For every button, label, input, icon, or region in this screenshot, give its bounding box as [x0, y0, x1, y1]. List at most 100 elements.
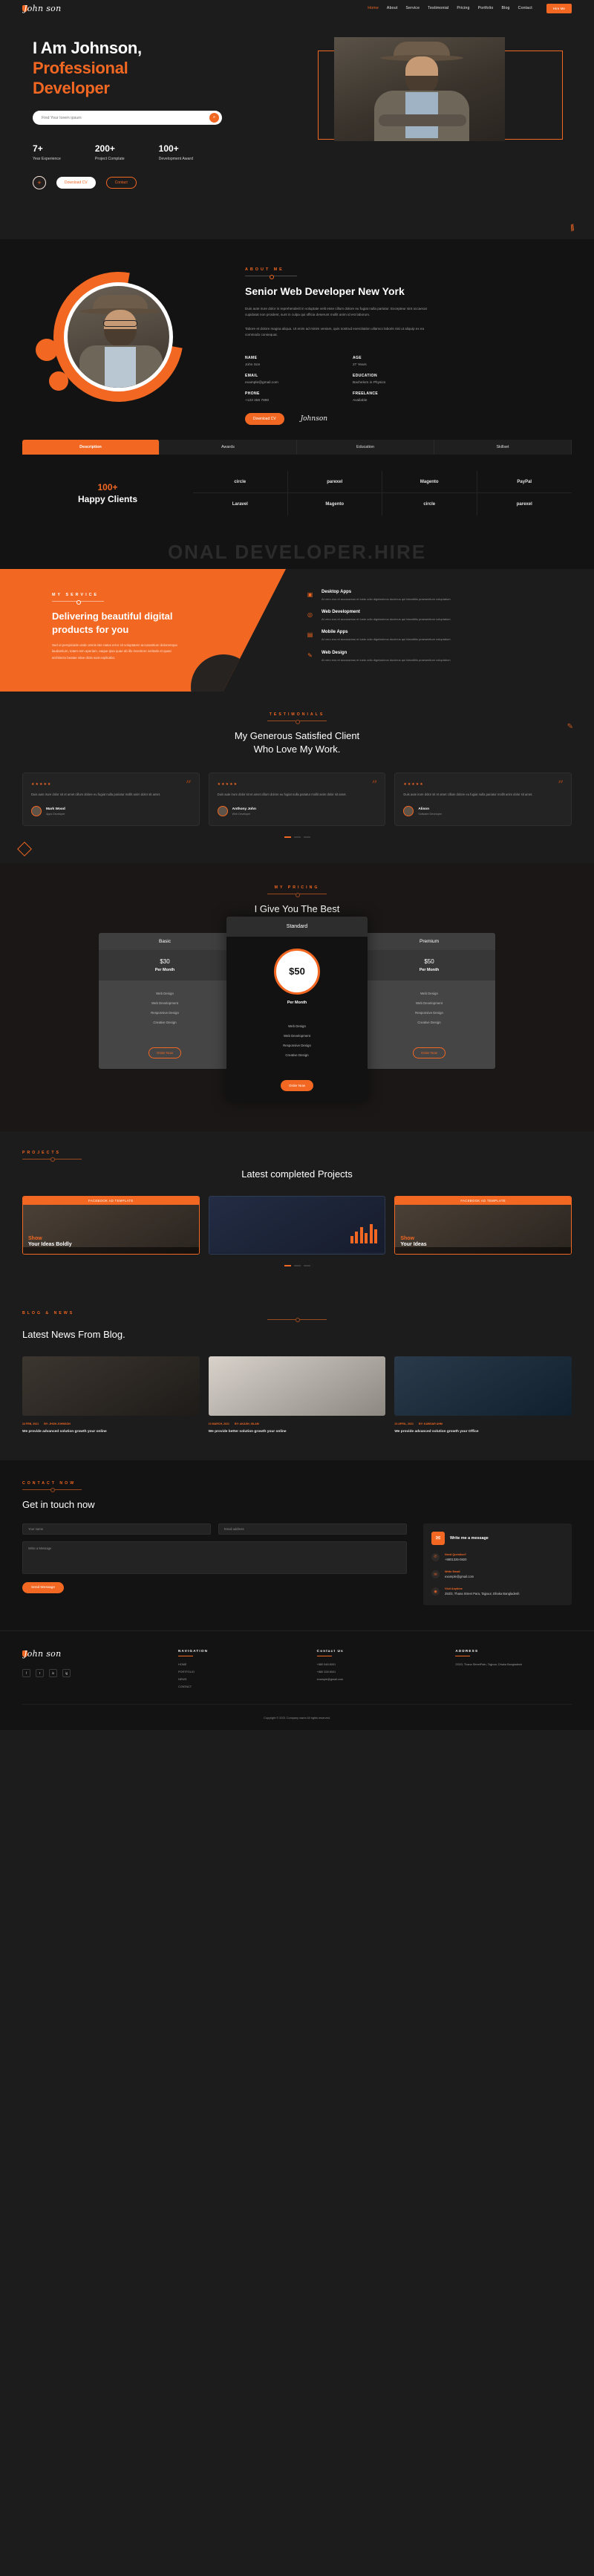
stat-item: 7+ Year Experience	[33, 143, 61, 161]
project-headline-text: Your Ideas	[400, 1241, 427, 1247]
tab-description[interactable]: Description	[22, 440, 160, 455]
carousel-dot[interactable]	[303, 836, 310, 839]
carousel-dots[interactable]	[22, 836, 572, 839]
nav-item-pricing[interactable]: Pricing	[457, 6, 469, 10]
stat-number: 200	[94, 143, 110, 155]
about-container: ABOUT ME Senior Web Developer New York D…	[22, 246, 572, 535]
carousel-dot[interactable]	[303, 1264, 310, 1266]
avatar	[64, 282, 173, 391]
nav-item-blog[interactable]: Blog	[501, 6, 509, 10]
contact-item-value[interactable]: example@gmail.com	[445, 1575, 474, 1579]
stat-item: 100+ Development Award	[159, 143, 193, 161]
project-card[interactable]: FACEBOOK AD TEMPLATE Show Your Ideas	[394, 1195, 572, 1255]
service-item[interactable]: ▤ Mobile Apps At vero eos et accusamus e…	[305, 630, 572, 642]
contact-button[interactable]: Contact	[105, 177, 137, 189]
service-item[interactable]: ▣ Desktop Apps At vero eos et accusamus …	[305, 590, 572, 602]
blog-card[interactable]: 24 FEB, 2021 BY: JHON JOHNSON We provide…	[22, 1356, 200, 1435]
carousel-dot-active[interactable]	[284, 836, 291, 839]
quote-icon: ”	[371, 779, 378, 791]
carousel-dot[interactable]	[293, 836, 301, 839]
carousel-dot-active[interactable]	[284, 1264, 291, 1266]
search-input[interactable]	[42, 115, 213, 120]
testimonials-section: TESTIMONIALS My Generous Satisfied Clien…	[0, 692, 594, 864]
footer-link-portfolio[interactable]: PORTFOLIO	[178, 1670, 295, 1674]
order-now-button[interactable]: Order Now	[280, 1079, 314, 1091]
plus-icon[interactable]: +	[33, 176, 46, 190]
diamond-decoration-icon	[17, 842, 32, 857]
nav-item-about[interactable]: About	[387, 6, 398, 10]
contact-item-value[interactable]: +8801326-0820	[445, 1558, 466, 1562]
client-logo-laravel: Laravel	[193, 493, 288, 515]
project-card[interactable]: FACEBOOK AD TEMPLATE Show Your Ideas Bold…	[22, 1195, 200, 1255]
send-message-button[interactable]: Send Message	[22, 1581, 64, 1593]
order-now-button[interactable]: Order Now	[148, 1047, 182, 1058]
blog-cards: 24 FEB, 2021 BY: JHON JOHNSON We provide…	[22, 1356, 572, 1435]
about-section: ABOUT ME Senior Web Developer New York D…	[0, 239, 594, 535]
hero-title-line3: Developer	[33, 78, 110, 97]
tab-skillset[interactable]: Skillset	[434, 440, 572, 455]
footer-link-home[interactable]: HOME	[178, 1662, 295, 1667]
name-field[interactable]: Your name	[22, 1523, 211, 1535]
hero-actions: + Download CV Contact	[33, 176, 263, 190]
plan-feature: Creative Design	[417, 1020, 441, 1024]
stat-label: Year Experience	[33, 157, 61, 162]
about-download-cv-button[interactable]: Download CV	[245, 412, 284, 425]
blog-thumbnail	[394, 1356, 572, 1416]
client-logo-paypal: PayPal	[477, 471, 572, 493]
hire-me-button[interactable]: Hire Me	[546, 3, 572, 13]
nav-item-service[interactable]: Service	[405, 6, 420, 10]
footer-container: John son f t in ig NAVIGATION HOME PORTF…	[22, 1649, 572, 1730]
blog-card[interactable]: 10 MARCH, 2021 BY: AKASH, ISLAM We provi…	[208, 1356, 386, 1435]
service-item[interactable]: ◎ Web Development At vero eos et accusam…	[305, 610, 572, 622]
clients-section: 100+ Happy Clients circle parexel Magent…	[22, 455, 572, 535]
plan-price: $30	[160, 957, 170, 965]
plan-feature: Web Development	[151, 1001, 179, 1005]
project-tag: FACEBOOK AD TEMPLATE	[23, 1196, 199, 1205]
facebook-icon[interactable]: f	[22, 1668, 30, 1677]
footer-phone-1[interactable]: +880 548 8001	[317, 1662, 434, 1667]
email-field[interactable]: Email address	[218, 1523, 407, 1535]
nav-item-testimonial[interactable]: Testimonial	[428, 6, 448, 10]
blog-post-title[interactable]: We provide better solution growth your o…	[209, 1429, 386, 1435]
footer-logo[interactable]: John son	[22, 1649, 156, 1659]
pricing-card-basic: Basic $30 Per Month Web Design Web Devel…	[99, 932, 231, 1069]
service-item[interactable]: ✎ Web Design At vero eos et accusamus et…	[305, 651, 572, 663]
message-field[interactable]: Write a Message	[22, 1541, 407, 1574]
carousel-dots[interactable]	[22, 1264, 572, 1266]
project-card[interactable]	[208, 1195, 386, 1255]
project-headline-text: Your Ideas Boldly	[28, 1241, 72, 1247]
twitter-icon[interactable]: t	[36, 1668, 44, 1677]
plan-footer: Order Now	[99, 1035, 231, 1069]
blog-thumbnail	[208, 1356, 386, 1416]
avatar	[31, 806, 42, 817]
site-logo[interactable]: John son	[22, 4, 61, 13]
tab-education[interactable]: Education	[297, 440, 434, 455]
search-icon[interactable]: ⌕	[209, 113, 219, 123]
tab-awards[interactable]: Awards	[160, 440, 297, 455]
download-cv-button[interactable]: Download CV	[56, 177, 96, 189]
nav-item-contact[interactable]: Contact	[518, 6, 532, 10]
plan-feature: Responsive Design	[283, 1043, 311, 1047]
order-now-button[interactable]: Order Now	[412, 1047, 446, 1058]
footer-link-news[interactable]: NEWS	[178, 1677, 295, 1682]
carousel-dot[interactable]	[293, 1264, 301, 1266]
hero-search[interactable]: ⌕	[33, 111, 222, 126]
instagram-icon[interactable]: ig	[62, 1668, 71, 1677]
mobile-icon: ▤	[307, 631, 313, 639]
service-item-title: Web Development	[322, 610, 360, 615]
contact-header: CONTACT NOW Get in touch now	[22, 1481, 572, 1512]
nav-item-home[interactable]: Home	[368, 6, 379, 10]
avatar	[403, 806, 414, 817]
blog-card[interactable]: 23 APRIL, 2021 BY: KAWSAR AHM We provide…	[394, 1356, 572, 1435]
blog-post-title[interactable]: We provide advanced solution growth your…	[394, 1429, 572, 1435]
footer-email[interactable]: example@gmail.com	[317, 1677, 434, 1682]
footer-phone-2[interactable]: +880 328 8001	[317, 1670, 434, 1674]
client-logo-magento-2: Magento	[288, 493, 382, 515]
pricing-cards: Basic $30 Per Month Web Design Web Devel…	[22, 916, 572, 1102]
linkedin-icon[interactable]: in	[49, 1668, 57, 1677]
footer-link-contact[interactable]: CONTACT	[178, 1685, 295, 1689]
field-key-education: EDUCATION	[353, 373, 377, 378]
blog-container: BLOG & NEWS Latest News From Blog. 24 FE…	[22, 1311, 572, 1435]
nav-item-portfolio[interactable]: Portfolio	[478, 6, 494, 10]
blog-post-title[interactable]: We provide advanced solution growth your…	[22, 1429, 200, 1435]
